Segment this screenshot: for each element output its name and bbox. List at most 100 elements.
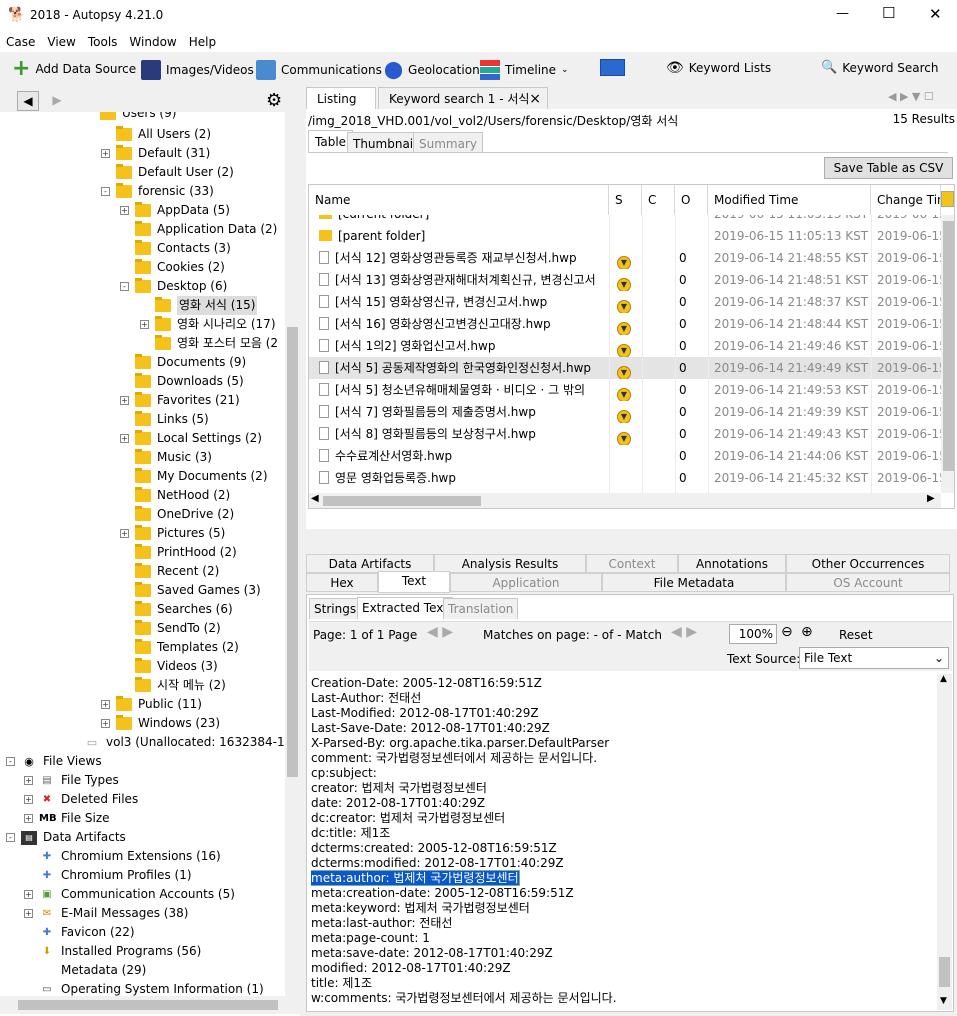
tree-item-artifact[interactable]: +✚Favicon (22) [24,923,135,942]
expand-toggle[interactable]: - [6,833,15,842]
communications-button[interactable]: Communications [256,60,382,80]
col-header-c[interactable]: C [642,185,675,215]
keyword-lists-button[interactable]: 👁 Keyword Lists [666,60,771,76]
images-videos-button[interactable]: Images/Videos [141,60,254,80]
col-header-modified[interactable]: Modified Time [708,185,871,215]
timeline-button[interactable]: Timeline ⌄ [480,60,569,80]
table-scrollbar[interactable] [941,215,954,493]
expand-toggle[interactable]: + [24,814,33,823]
tree-item[interactable]: Downloads (5) [120,372,244,391]
scroll-left-icon[interactable]: ◀ [311,493,319,504]
tree-item-file-views[interactable]: - ◉ File Views [6,752,102,771]
tree-item[interactable]: Searches (6) [120,600,233,619]
table-row[interactable]: [서식 8] 영화필름등의 보상청구서.hwp ▼ 0 2019-06-14 21:4… [309,423,941,445]
tree-item-users[interactable]: Users (9) [100,112,176,123]
tree-hscrollbar-thumb[interactable] [18,1000,278,1010]
table-row[interactable]: [서식 16] 영화상영신고변경신고대장.hwp ▼ 0 2019-06-14 21:… [309,313,941,335]
table-row[interactable]: [서식 7] 영화필름등의 제출증명서.hwp ▼ 0 2019-06-14 21:4… [309,401,941,423]
expand-toggle[interactable]: + [120,206,129,215]
tab-file-metadata[interactable]: File Metadata [602,573,786,592]
expand-toggle[interactable]: + [101,719,110,728]
expand-toggle[interactable]: + [120,396,129,405]
table-hscrollbar[interactable]: ◀ ▶ [309,493,941,508]
tree-item[interactable]: Saved Games (3) [120,581,261,600]
expand-toggle[interactable]: + [101,700,110,709]
expand-toggle[interactable]: + [101,149,110,158]
table-row[interactable]: [current folder] 2019-06-15 11:05:13 KST2… [309,215,941,225]
tab-extracted-text[interactable]: Extracted Text [357,597,454,619]
tab-keyword-search[interactable]: Keyword search 1 - 서식 × [378,87,548,111]
keyword-search-button[interactable]: 🔍 Keyword Search [821,60,938,75]
expand-toggle[interactable]: + [120,434,129,443]
tab-listing[interactable]: Listing [306,87,376,111]
expand-toggle[interactable]: + [24,795,33,804]
tree-item[interactable]: Links (5) [120,410,209,429]
tab-nav-icons[interactable]: ◀ ▶ ▼ ☐ [888,90,934,103]
minimize-button[interactable]: — [836,6,849,21]
tab-os-account[interactable]: OS Account [786,573,950,592]
save-table-csv-button[interactable]: Save Table as CSV [824,157,953,179]
email-icon[interactable] [600,59,625,76]
expand-toggle[interactable]: - [120,282,129,291]
geolocation-button[interactable]: ⬤ Geolocation [384,60,480,80]
expand-toggle[interactable]: + [120,529,129,538]
tree-item[interactable]: Default User (2) [101,163,234,182]
tree-item[interactable]: + Favorites (21) [120,391,240,410]
table-row[interactable]: 수수료계산서영화.hwp 0 2019-06-14 21:44:06 KST 2019… [309,445,941,467]
reset-button[interactable]: Reset [839,628,873,642]
tree-item[interactable]: Contacts (3) [120,239,231,258]
tree-item-file-view[interactable]: + ▤ File Types [24,771,119,790]
tree-item[interactable]: My Documents (2) [120,467,268,486]
tab-other-occurrences[interactable]: Other Occurrences [786,554,950,573]
tab-summary[interactable]: Summary [413,132,483,152]
tab-annotations[interactable]: Annotations [678,554,786,573]
tree-item-file-view[interactable]: + ✖ Deleted Files [24,790,138,809]
menu-window[interactable]: Window [123,32,182,52]
tree-item-vol3[interactable]: ▭ vol3 (Unallocated: 1632384-1638 [84,733,285,752]
tree-item[interactable]: Videos (3) [120,657,218,676]
tree-item[interactable]: + Public (11) [101,695,202,714]
tree-item[interactable]: Music (3) [120,448,212,467]
menu-help[interactable]: Help [183,32,222,52]
gear-icon[interactable]: ⚙ [266,90,282,111]
tab-hex[interactable]: Hex [306,573,378,592]
tab-application[interactable]: Application [450,573,602,592]
tree-item[interactable]: 시작 메뉴 (2) [120,676,226,695]
col-header-change[interactable]: Change Tim [871,185,941,215]
tree-item[interactable]: NetHood (2) [120,486,230,505]
tree-item[interactable]: + AppData (5) [120,201,230,220]
tree-scrollbar[interactable] [285,112,300,1000]
tree-item[interactable]: Cookies (2) [120,258,225,277]
scroll-up-icon[interactable]: ▲ [940,674,947,684]
tree-item-artifact[interactable]: + ▣ Communication Accounts (5) [24,885,235,904]
prev-page-icon[interactable]: ◀ ▶ [427,624,453,640]
table-row[interactable]: [서식 13] 영화상영관재해대처계획신규, 변경신고서 ▼ 0 2019-06-14… [309,269,941,291]
maximize-button[interactable]: ☐ [882,4,895,22]
tree-item[interactable]: OneDrive (2) [120,505,234,524]
text-scrollbar-thumb[interactable] [939,957,950,987]
table-row[interactable]: [parent folder] 2019-06-15 11:05:13 KST 20… [309,225,941,247]
tree-item[interactable]: All Users (2) [101,125,211,144]
col-header-o[interactable]: O [675,185,708,215]
tree-item[interactable]: + 영화 시나리오 (17) [140,315,276,334]
tree-item[interactable]: 영화 포스터 모음 (2 [140,334,278,353]
close-tab-icon[interactable]: × [529,88,541,110]
tree-item[interactable]: SendTo (2) [120,619,221,638]
tab-thumbnail[interactable]: Thumbnail [347,132,423,152]
tree-hscrollbar[interactable] [0,996,300,1014]
tree-item[interactable]: + Local Settings (2) [120,429,262,448]
tree-item-artifact[interactable]: +Metadata (29) [24,961,146,980]
extracted-text-area[interactable]: Creation-Date: 2005-12-08T16:59:51Z Last-… [311,674,937,1004]
tree-item[interactable]: + Pictures (5) [120,524,225,543]
tab-translation[interactable]: Translation [443,598,519,619]
text-scrollbar[interactable]: ▲ ▼ [937,674,952,1010]
expand-toggle[interactable]: + [24,909,33,918]
tree-item[interactable]: PrintHood (2) [120,543,237,562]
zoom-in-icon[interactable]: ⊕ [801,624,813,640]
tree-item-artifact[interactable]: + ✉ E-Mail Messages (38) [24,904,188,923]
add-data-source-button[interactable]: + Add Data Source [12,58,136,80]
tree-item-file-view[interactable]: + MB File Size [24,809,110,828]
tree-item[interactable]: Recent (2) [120,562,219,581]
table-row[interactable]: [서식 12] 영화상영관등록증 재교부신청서.hwp ▼ 0 2019-06-14 … [309,247,941,269]
tree-item[interactable]: Templates (2) [120,638,239,657]
